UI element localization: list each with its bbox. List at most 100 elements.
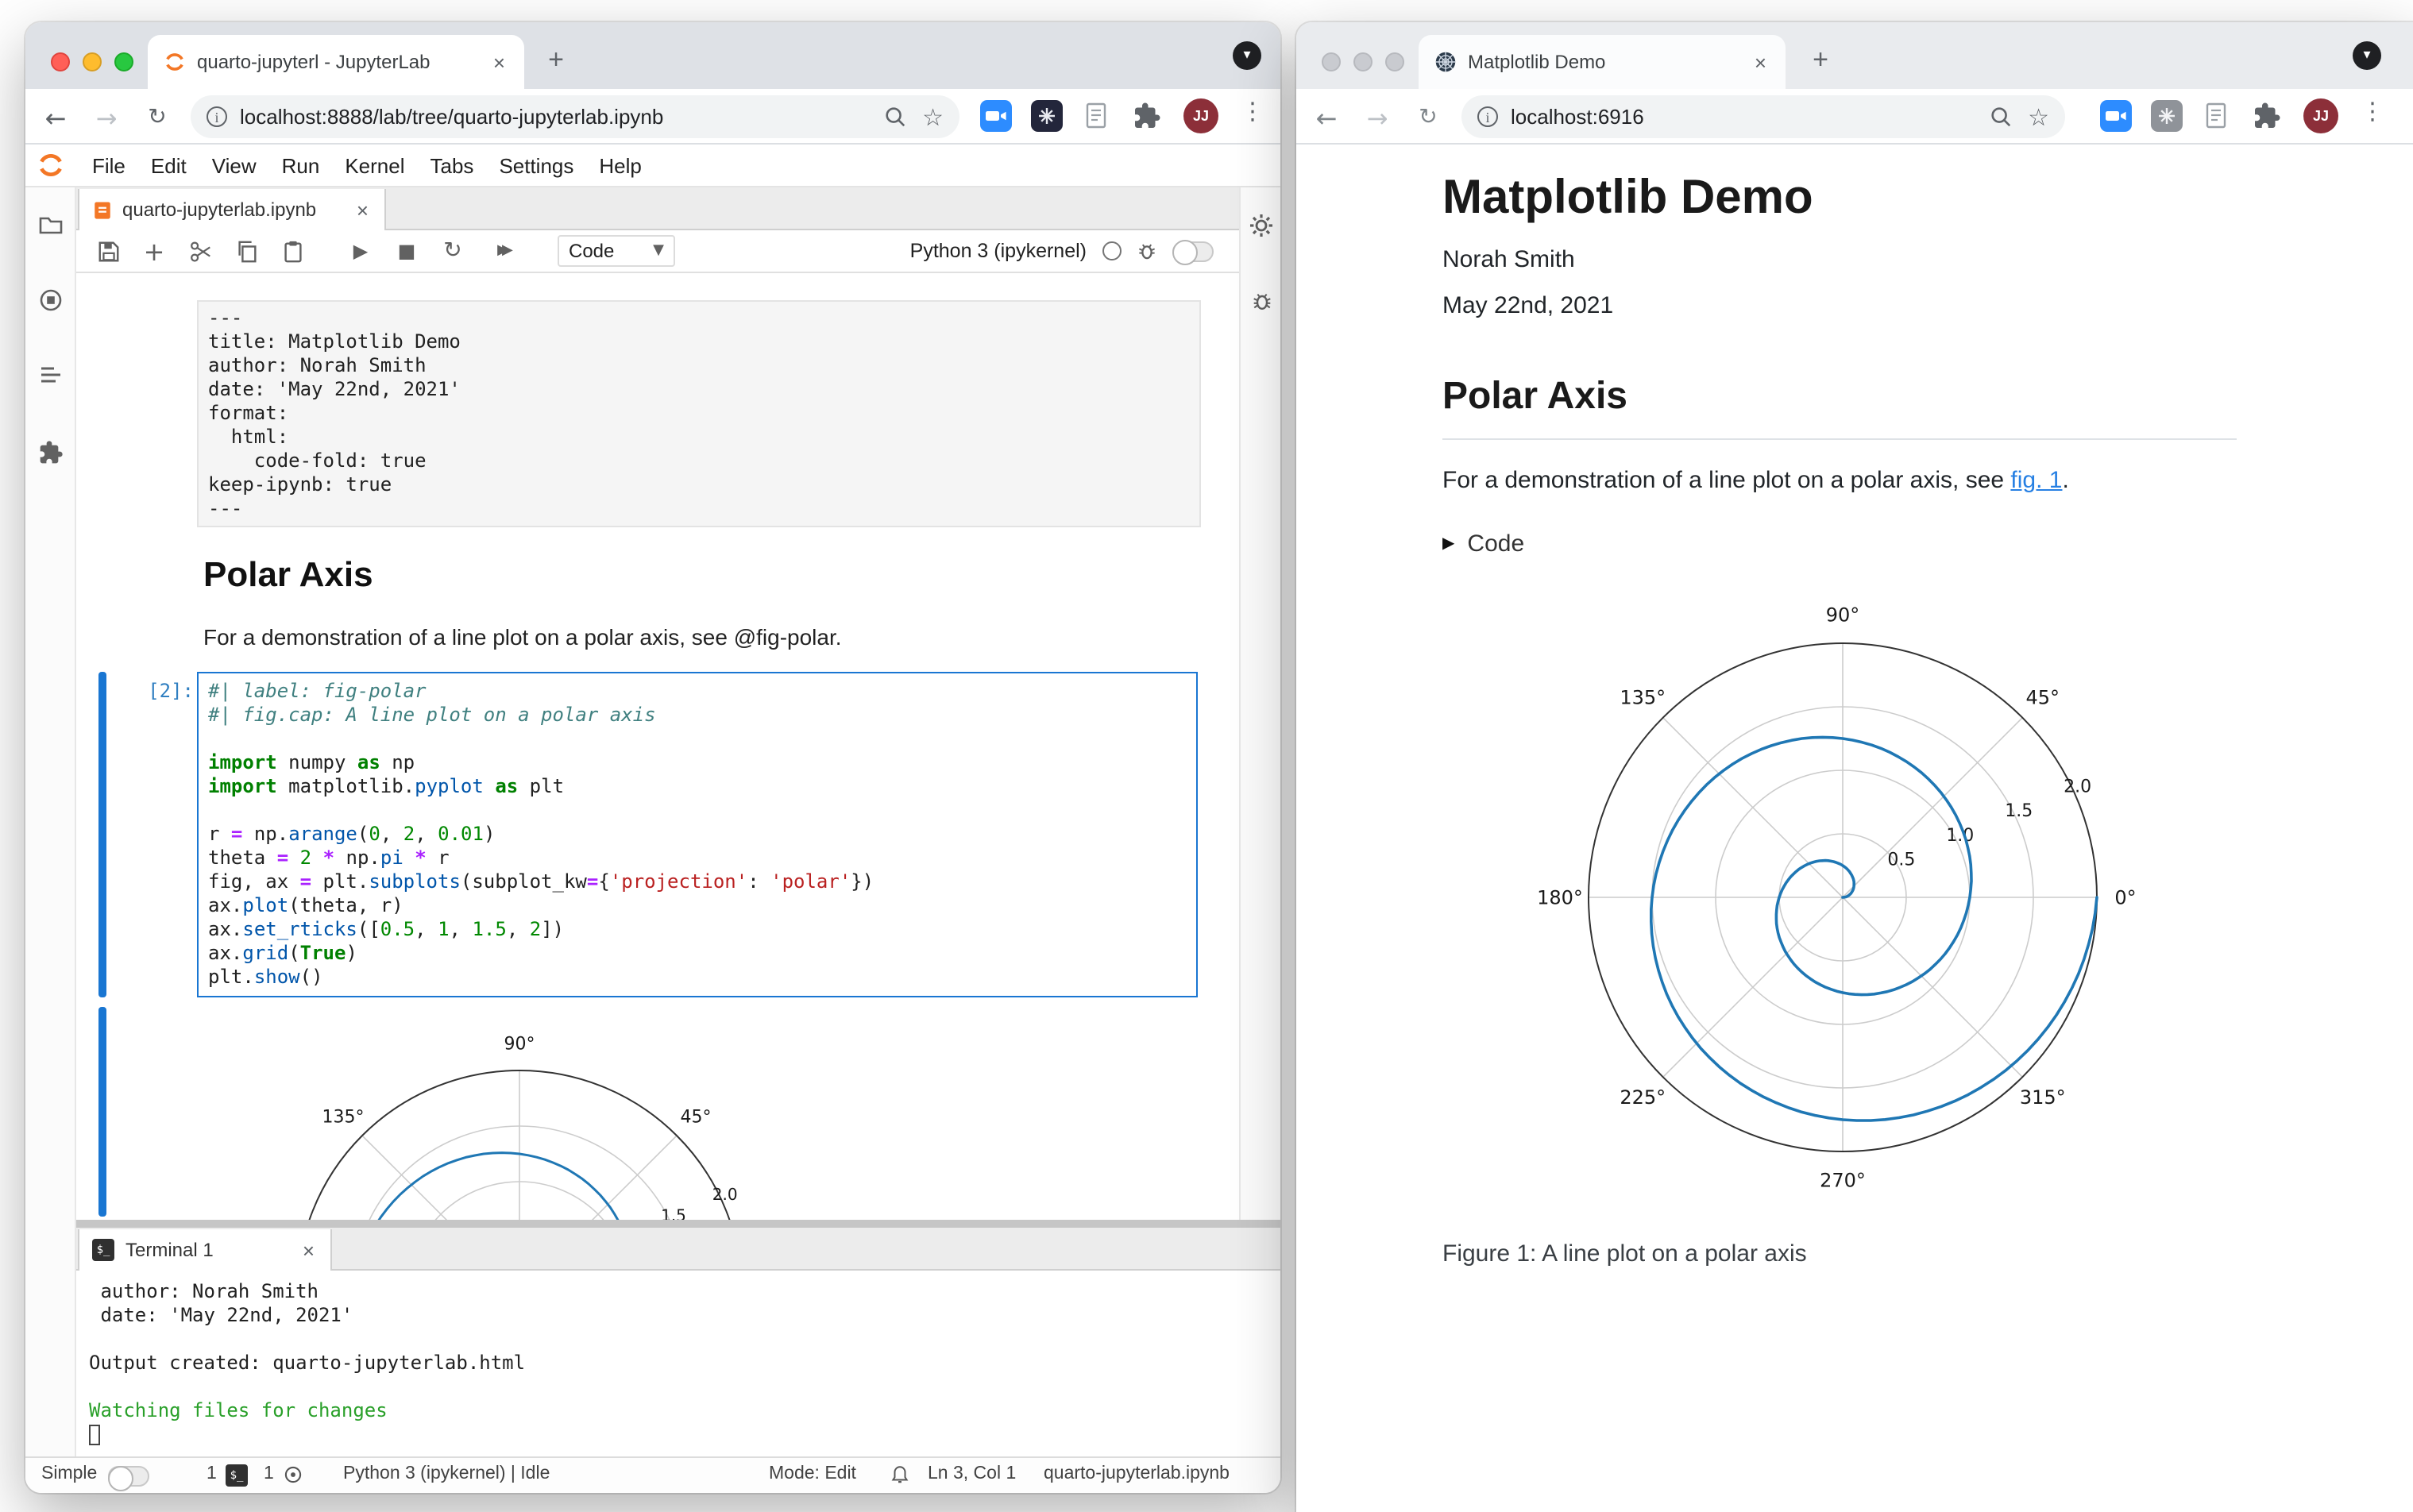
close-window-button[interactable] <box>1322 52 1341 71</box>
back-button[interactable]: ← <box>1306 97 1347 138</box>
paste-cell-button[interactable] <box>280 237 305 265</box>
browser-menu-icon[interactable]: ⋮ <box>2361 97 2384 125</box>
svg-text:1.5: 1.5 <box>661 1206 686 1220</box>
cell-type-select[interactable]: Code ▼ <box>558 235 675 267</box>
code-cell-editor[interactable]: #| label: fig-polar #| fig.cap: A line pl… <box>197 672 1198 997</box>
kernel-status-text[interactable]: Python 3 (ipykernel) | Idle <box>343 1464 550 1483</box>
document-extension-icon[interactable] <box>1082 102 1110 138</box>
kernel-count[interactable]: 1 <box>264 1464 274 1483</box>
address-bar[interactable]: i localhost:8888/lab/tree/quarto-jupyter… <box>191 95 959 138</box>
close-tab-icon[interactable]: × <box>490 50 508 74</box>
active-file-name[interactable]: quarto-jupyterlab.ipynb <box>1044 1464 1230 1483</box>
table-of-contents-icon[interactable] <box>38 362 64 388</box>
new-tab-button[interactable]: + <box>1801 41 1840 79</box>
restart-run-all-button[interactable]: ▶▶ <box>486 237 518 265</box>
tab-search-chevron-icon[interactable]: ▾ <box>1233 41 1261 70</box>
search-icon[interactable] <box>1988 105 2012 129</box>
browser-tab[interactable]: quarto-jupyterl - JupyterLab × <box>148 35 524 89</box>
menu-kernel[interactable]: Kernel <box>332 153 417 177</box>
bookmark-star-icon[interactable]: ☆ <box>922 102 944 131</box>
dark-app-extension-icon[interactable] <box>2151 100 2183 140</box>
cut-cell-button[interactable] <box>187 237 213 265</box>
extension-manager-icon[interactable] <box>38 440 64 465</box>
code-fold-summary[interactable]: ▶ Code <box>1442 530 1524 557</box>
add-cell-button[interactable]: + <box>141 236 167 266</box>
menu-edit[interactable]: Edit <box>138 153 199 177</box>
debugger-bug-icon[interactable] <box>1250 289 1274 313</box>
site-info-icon[interactable]: i <box>1477 106 1498 127</box>
kernel-name[interactable]: Python 3 (ipykernel) <box>910 240 1087 262</box>
minimize-window-button[interactable] <box>83 52 102 71</box>
close-tab-icon[interactable]: × <box>1751 50 1770 74</box>
menu-help[interactable]: Help <box>586 153 654 177</box>
run-cell-button[interactable]: ▶ <box>348 237 373 265</box>
toolbar-toggle-switch[interactable] <box>1172 240 1214 265</box>
zoom-extension-icon[interactable] <box>2100 100 2132 140</box>
status-bar: Simple 1 $_ 1 Python 3 (ipykernel) | Idl… <box>25 1456 1280 1493</box>
property-inspector-gear-icon[interactable] <box>1249 213 1274 238</box>
forward-button[interactable]: → <box>86 97 127 138</box>
debugger-toggle-icon[interactable] <box>1134 237 1160 265</box>
panel-split-handle[interactable] <box>76 1220 1280 1228</box>
menu-settings[interactable]: Settings <box>486 153 586 177</box>
close-notebook-tab-icon[interactable]: × <box>353 198 372 222</box>
kernel-count-icon[interactable] <box>283 1464 303 1487</box>
extensions-puzzle-icon[interactable] <box>1133 102 1161 138</box>
minimize-window-button[interactable] <box>1353 52 1373 71</box>
figure-link[interactable]: fig. 1 <box>2010 467 2062 494</box>
save-button[interactable] <box>95 237 121 265</box>
dark-app-extension-icon[interactable] <box>1031 100 1063 140</box>
copy-cell-button[interactable] <box>234 237 259 265</box>
execution-count: [2]: <box>148 680 194 702</box>
forward-button[interactable]: → <box>1357 97 1398 138</box>
bookmark-star-icon[interactable]: ☆ <box>2028 102 2049 131</box>
kernel-status-icon[interactable] <box>1102 241 1122 260</box>
markdown-heading: Polar Axis <box>203 554 373 594</box>
search-icon[interactable] <box>882 105 906 129</box>
stop-kernel-button[interactable]: ■ <box>394 237 419 265</box>
output-collapser[interactable] <box>98 1007 106 1217</box>
back-button[interactable]: ← <box>35 97 76 138</box>
svg-text:2.0: 2.0 <box>712 1185 738 1204</box>
reload-button[interactable]: ↻ <box>1407 97 1449 138</box>
menu-run[interactable]: Run <box>269 153 333 177</box>
raw-cell-line: html: <box>208 426 289 448</box>
restart-kernel-button[interactable]: ↻ <box>440 237 465 265</box>
terminal-count[interactable]: 1 <box>207 1464 217 1483</box>
menu-file[interactable]: File <box>79 153 138 177</box>
site-info-icon[interactable]: i <box>207 106 227 127</box>
browser-tab[interactable]: Matplotlib Demo × <box>1419 35 1786 89</box>
browser-menu-icon[interactable]: ⋮ <box>1241 97 1264 125</box>
file-browser-icon[interactable] <box>38 213 64 238</box>
tab-search-chevron-icon[interactable]: ▾ <box>2353 41 2381 70</box>
reload-button[interactable]: ↻ <box>137 97 178 138</box>
profile-avatar[interactable]: JJ <box>2303 98 2338 133</box>
input-collapser[interactable] <box>98 672 106 997</box>
terminal-count-icon[interactable]: $_ <box>226 1464 248 1487</box>
menu-tabs[interactable]: Tabs <box>418 153 487 177</box>
close-window-button[interactable] <box>51 52 70 71</box>
profile-avatar[interactable]: JJ <box>1183 98 1218 133</box>
zoom-extension-icon[interactable] <box>980 100 1012 140</box>
extensions-puzzle-icon[interactable] <box>2253 102 2281 138</box>
new-tab-button[interactable]: + <box>537 41 575 79</box>
code-line: #| label: fig-polar <box>208 680 427 702</box>
document-extension-icon[interactable] <box>2202 102 2230 138</box>
notification-bell-icon[interactable] <box>890 1464 910 1487</box>
menu-view[interactable]: View <box>199 153 269 177</box>
cursor-position[interactable]: Ln 3, Col 1 <box>928 1464 1016 1483</box>
terminal-tab[interactable]: $_ Terminal 1 × <box>78 1229 332 1271</box>
svg-text:135°: 135° <box>1620 687 1666 709</box>
zoom-window-button[interactable] <box>114 52 133 71</box>
terminal-output[interactable]: author: Norah Smith date: 'May 22nd, 202… <box>76 1271 1280 1456</box>
raw-cell-editor[interactable]: --- title: Matplotlib Demo author: Norah S… <box>197 300 1201 527</box>
code-line: r = np.arange(0, 2, 0.01) <box>208 823 496 845</box>
simple-mode-toggle[interactable] <box>108 1465 149 1491</box>
zoom-window-button[interactable] <box>1385 52 1404 71</box>
mode-indicator[interactable]: Mode: Edit <box>769 1464 856 1483</box>
running-sessions-icon[interactable] <box>38 287 64 313</box>
address-bar[interactable]: i localhost:6916 ☆ <box>1461 95 2065 138</box>
notebook-tab[interactable]: quarto-jupyterlab.ipynb × <box>78 189 386 230</box>
close-terminal-tab-icon[interactable]: × <box>299 1238 318 1262</box>
